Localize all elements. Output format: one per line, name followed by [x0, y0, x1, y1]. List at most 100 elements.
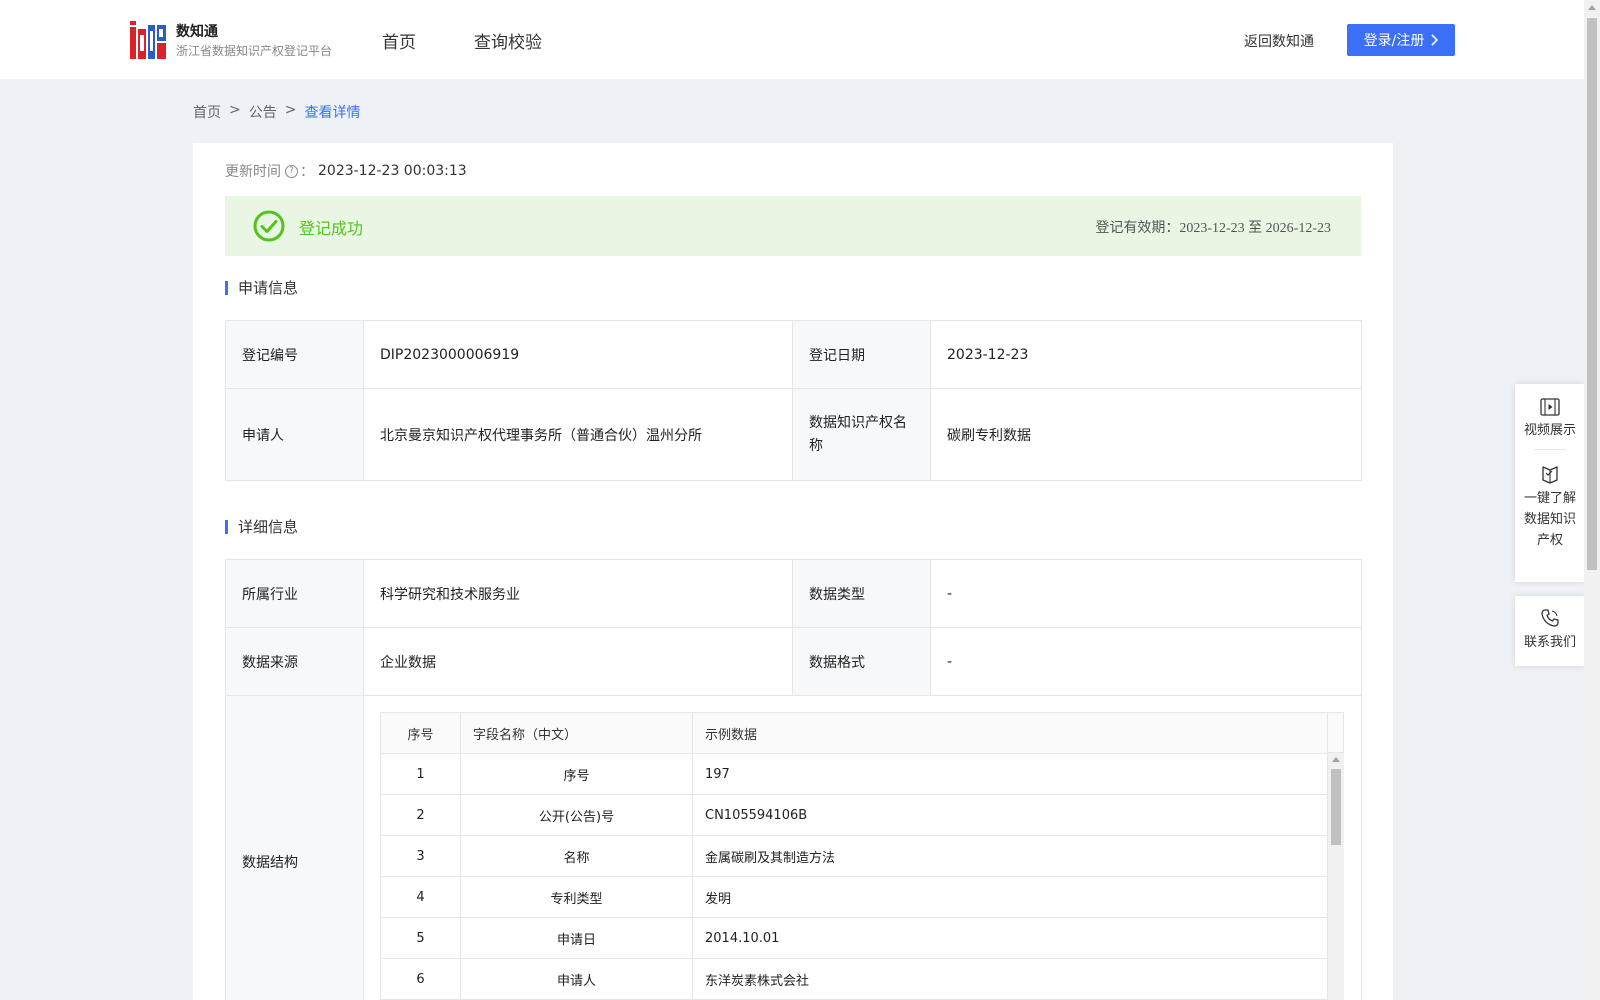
scroll-up-arrow-icon[interactable] [1332, 757, 1340, 762]
row-index: 2 [380, 794, 461, 836]
reg-no-value: DIP2023000006919 [363, 320, 793, 389]
validity-period: 登记有效期：2023-12-23 至 2026-12-23 [1095, 217, 1331, 237]
column-header-example: 示例数据 [692, 712, 1328, 754]
row-example-value: 发明 [692, 876, 1328, 918]
row-index: 1 [380, 753, 461, 795]
source-value: 企业数据 [363, 627, 793, 696]
applicant-value: 北京曼京知识产权代理事务所（普通合伙）温州分所 [363, 388, 793, 481]
question-icon[interactable]: ? [285, 164, 298, 178]
industry-value: 科学研究和技术服务业 [363, 559, 793, 628]
breadcrumb-home[interactable]: 首页 [193, 102, 221, 122]
table-row: 6 申请人 东洋炭素株式会社 [380, 958, 1328, 1000]
row-field-name: 公开(公告)号 [460, 794, 693, 836]
video-showcase-button[interactable]: 视频展示 [1515, 384, 1585, 441]
section-title-detail: 详细信息 [225, 520, 298, 535]
apply-info-table: 登记编号 DIP2023000006919 登记日期 2023-12-23 申请… [225, 320, 1362, 481]
reg-date-label: 登记日期 [792, 320, 931, 389]
table-row: 所属行业 科学研究和技术服务业 数据类型 - [225, 559, 1362, 628]
back-to-shuzhitong-link[interactable]: 返回数知通 [1244, 31, 1314, 51]
detail-info-table: 所属行业 科学研究和技术服务业 数据类型 - 数据来源 企业数据 数据格式 - … [225, 559, 1362, 1000]
table-row: 数据结构 序号 字段名称（中文） 示例数据 1 序号 197 2 公开(公告)号… [225, 695, 1362, 1000]
breadcrumb-separator: > [229, 102, 241, 118]
table-row: 1 序号 197 [380, 753, 1328, 795]
row-index: 3 [380, 835, 461, 877]
table-row: 申请人 北京曼京知识产权代理事务所（普通合伙）温州分所 数据知识产权名称 碳刷专… [225, 388, 1362, 481]
brand-subtitle: 浙江省数据知识产权登记平台 [176, 44, 333, 58]
table-row: 5 申请日 2014.10.01 [380, 917, 1328, 959]
learn-data-ip-button[interactable]: 一键了解数据知识产权 [1515, 464, 1585, 551]
status-text: 登记成功 [299, 219, 364, 238]
format-label: 数据格式 [792, 627, 931, 696]
video-showcase-label: 视频展示 [1523, 423, 1576, 438]
top-header: 数知通 浙江省数据知识产权登记平台 首页 查询校验 返回数知通 登录/注册 [0, 0, 1584, 79]
row-field-name: 名称 [460, 835, 693, 877]
learn-data-ip-label: 一键了解数据知识产权 [1523, 491, 1576, 548]
structure-label: 数据结构 [225, 695, 364, 1000]
table-row: 2 公开(公告)号 CN105594106B [380, 794, 1328, 836]
row-example-value: 197 [692, 753, 1328, 795]
row-field-name: 申请日 [460, 917, 693, 959]
update-time-colon: ： [300, 164, 314, 180]
contact-us-label: 联系我们 [1523, 635, 1576, 650]
industry-label: 所属行业 [225, 559, 364, 628]
update-time-label: 更新时间 [225, 164, 281, 180]
source-label: 数据来源 [225, 627, 364, 696]
structure-table: 序号 字段名称（中文） 示例数据 1 序号 197 2 公开(公告)号 CN1055941… [380, 712, 1328, 1000]
nav-home[interactable]: 首页 [382, 28, 416, 53]
reg-no-label: 登记编号 [225, 320, 364, 389]
column-header-index: 序号 [380, 712, 461, 754]
ip-name-value: 碳刷专利数据 [930, 388, 1362, 481]
update-time: 更新时间 ? ： 2023-12-23 00:03:13 [225, 161, 467, 181]
row-example-value: CN105594106B [692, 794, 1328, 836]
page-scroll-thumb[interactable] [1587, 18, 1597, 570]
row-index: 5 [380, 917, 461, 959]
applicant-label: 申请人 [225, 388, 364, 481]
row-example-value: 东洋炭素株式会社 [692, 958, 1328, 1000]
check-circle-icon [253, 210, 285, 242]
phone-icon [1541, 609, 1559, 627]
row-index: 4 [380, 876, 461, 918]
table-row: 3 名称 金属碳刷及其制造方法 [380, 835, 1328, 877]
row-field-name: 专利类型 [460, 876, 693, 918]
section-title-apply: 申请信息 [225, 281, 298, 296]
chevron-right-icon [1431, 34, 1439, 46]
structure-cell: 序号 字段名称（中文） 示例数据 1 序号 197 2 公开(公告)号 CN1055941… [363, 695, 1362, 1000]
login-register-button[interactable]: 登录/注册 [1347, 24, 1455, 56]
row-index: 6 [380, 958, 461, 1000]
row-example-value: 金属碳刷及其制造方法 [692, 835, 1328, 877]
nav-query-verify[interactable]: 查询校验 [474, 28, 542, 53]
data-type-value: - [930, 559, 1362, 628]
login-register-label: 登录/注册 [1363, 33, 1425, 49]
page-scroll-up-arrow-icon[interactable] [1588, 5, 1596, 10]
ip-name-label: 数据知识产权名称 [792, 388, 931, 481]
table-row: 登记编号 DIP2023000006919 登记日期 2023-12-23 [225, 320, 1362, 389]
status-banner: 登记成功 登记有效期：2023-12-23 至 2026-12-23 [225, 196, 1361, 256]
breadcrumb: 首页 > 公告 > 查看详情 [193, 102, 360, 122]
structure-table-container[interactable]: 序号 字段名称（中文） 示例数据 1 序号 197 2 公开(公告)号 CN1055941… [380, 712, 1344, 1000]
divider [1534, 449, 1566, 450]
structure-table-scrollbar[interactable] [1328, 753, 1344, 1000]
row-field-name: 申请人 [460, 958, 693, 1000]
breadcrumb-notice[interactable]: 公告 [249, 102, 277, 122]
header-scroll-gutter [1328, 712, 1344, 753]
update-time-value: 2023-12-23 00:03:13 [318, 163, 467, 179]
table-row: 4 专利类型 发明 [380, 876, 1328, 918]
logo-icon[interactable] [130, 21, 166, 59]
contact-us-button[interactable]: 联系我们 [1515, 596, 1585, 653]
table-row: 数据来源 企业数据 数据格式 - [225, 627, 1362, 696]
column-header-field-name: 字段名称（中文） [460, 712, 693, 754]
validity-label: 登记有效期： [1095, 220, 1180, 236]
detail-card: 更新时间 ? ： 2023-12-23 00:03:13 登记成功 登记有效期：… [193, 143, 1393, 1000]
validity-value: 2023-12-23 至 2026-12-23 [1179, 221, 1331, 236]
breadcrumb-separator: > [284, 102, 297, 118]
row-field-name: 序号 [460, 753, 693, 795]
page-scrollbar[interactable] [1584, 0, 1600, 1000]
format-value: - [930, 627, 1362, 696]
book-icon [1542, 466, 1558, 484]
reg-date-value: 2023-12-23 [930, 320, 1362, 389]
scroll-thumb[interactable] [1331, 769, 1341, 845]
data-type-label: 数据类型 [792, 559, 931, 628]
brand-name: 数知通 [176, 24, 218, 40]
structure-header-row: 序号 字段名称（中文） 示例数据 [380, 712, 1328, 754]
row-example-value: 2014.10.01 [692, 917, 1328, 959]
